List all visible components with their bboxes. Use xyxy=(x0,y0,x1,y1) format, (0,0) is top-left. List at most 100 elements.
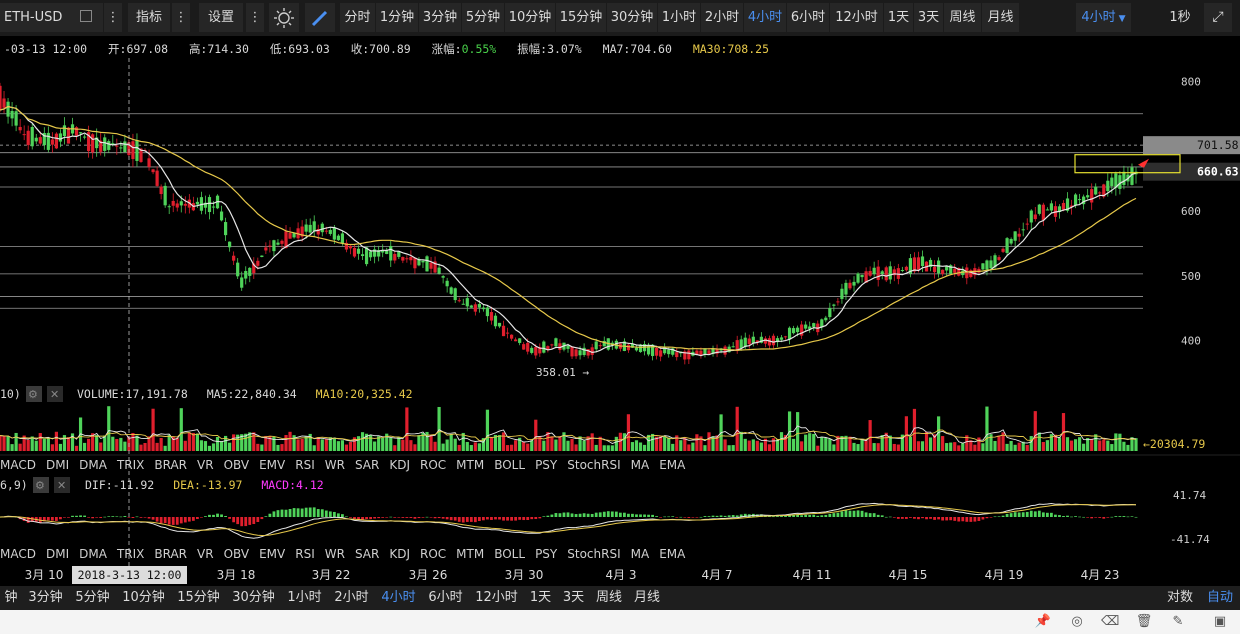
bottom-interval-button[interactable]: 2小时 xyxy=(328,588,375,608)
speed-button[interactable]: 1秒 xyxy=(1160,3,1200,32)
indicator-tab[interactable]: StochRSI xyxy=(562,545,625,563)
indicator-tab[interactable]: MTM xyxy=(451,456,489,474)
pin-icon[interactable]: 📌 xyxy=(1034,613,1052,631)
indicator-tab[interactable]: KDJ xyxy=(384,545,415,563)
indicator-tab[interactable]: RSI xyxy=(290,456,320,474)
indicator-tab[interactable]: VR xyxy=(192,456,219,474)
indicator-tab[interactable]: KDJ xyxy=(384,456,415,474)
indicator-tab[interactable]: WR xyxy=(320,456,350,474)
macd-histogram-bar xyxy=(909,517,912,518)
log-scale-button[interactable]: 对数 xyxy=(1162,588,1198,608)
indicator-tab[interactable]: SAR xyxy=(350,545,384,563)
external-link-icon[interactable] xyxy=(80,10,92,22)
indicator-tab[interactable]: DMA xyxy=(74,456,112,474)
indicator-tab[interactable]: EMV xyxy=(254,545,290,563)
indicator-tab[interactable]: PSY xyxy=(530,456,562,474)
interval-button[interactable]: 月线 xyxy=(982,3,1019,32)
edit-icon[interactable]: ✎ xyxy=(1169,613,1187,631)
interval-button[interactable]: 1分钟 xyxy=(376,3,418,32)
interval-button[interactable]: 3天 xyxy=(914,3,943,32)
indicator-tab[interactable]: TRIX xyxy=(112,545,149,563)
indicator-tab[interactable]: BRAR xyxy=(149,456,192,474)
bottom-interval-button[interactable]: 3分钟 xyxy=(22,588,69,608)
indicator-tab[interactable]: PSY xyxy=(530,545,562,563)
indicator-tab[interactable]: MA xyxy=(626,456,655,474)
target-icon[interactable]: ◎ xyxy=(1068,613,1086,631)
interval-button[interactable]: 1天 xyxy=(884,3,913,32)
indicator-tab[interactable]: DMA xyxy=(74,545,112,563)
indicator-tab[interactable]: VR xyxy=(192,545,219,563)
candle-body xyxy=(731,346,735,348)
more-icon[interactable]: ⋮ xyxy=(246,3,264,32)
macd-histogram-bar xyxy=(1134,516,1138,518)
indicator-tab[interactable]: DMI xyxy=(41,456,74,474)
indicator-button[interactable]: 指标 xyxy=(128,3,170,32)
indicator-tab[interactable]: TRIX xyxy=(112,456,149,474)
interval-button[interactable]: 4小时 xyxy=(744,3,786,32)
volume-bar xyxy=(751,439,755,451)
interval-button[interactable]: 15分钟 xyxy=(556,3,606,32)
interval-button[interactable]: 12小时 xyxy=(830,3,883,32)
interval-button[interactable]: 1小时 xyxy=(658,3,700,32)
indicator-tab[interactable]: WR xyxy=(320,545,350,563)
volume-bar xyxy=(590,433,594,451)
symbol-selector[interactable]: ETH-USD xyxy=(0,3,103,32)
interval-button[interactable]: 2小时 xyxy=(701,3,743,32)
draw-pencil-icon[interactable] xyxy=(305,3,335,32)
indicator-tab[interactable]: ROC xyxy=(415,456,451,474)
bottom-interval-button[interactable]: 5分钟 xyxy=(69,588,116,608)
bottom-interval-button[interactable]: 钟 xyxy=(0,588,22,608)
settings-button[interactable]: 设置 xyxy=(199,3,243,32)
interval-button[interactable]: 3分钟 xyxy=(419,3,461,32)
bottom-interval-button[interactable]: 月线 xyxy=(628,588,666,608)
bottom-interval-button[interactable]: 1小时 xyxy=(281,588,328,608)
indicator-tab[interactable]: MACD xyxy=(0,545,41,563)
auto-scale-button[interactable]: 自动 xyxy=(1203,588,1237,608)
bottom-interval-button[interactable]: 30分钟 xyxy=(226,588,281,608)
indicator-tab[interactable]: ROC xyxy=(415,545,451,563)
more-icon[interactable]: ⋮ xyxy=(172,3,190,32)
volume-bar xyxy=(868,420,872,451)
interval-button[interactable]: 10分钟 xyxy=(505,3,555,32)
interval-button[interactable]: 6小时 xyxy=(787,3,829,32)
indicator-tab[interactable]: MTM xyxy=(451,545,489,563)
bottom-interval-button[interactable]: 3天 xyxy=(557,588,590,608)
bottom-interval-button[interactable]: 4小时 xyxy=(375,588,422,608)
brightness-icon[interactable] xyxy=(269,3,299,32)
interval-dropdown[interactable]: 4小时 ▼ xyxy=(1076,3,1131,32)
camera-icon[interactable]: ▣ xyxy=(1211,613,1229,631)
bottom-interval-button[interactable]: 10分钟 xyxy=(116,588,171,608)
indicator-tab[interactable]: BOLL xyxy=(489,545,530,563)
indicator-tab[interactable]: StochRSI xyxy=(562,456,625,474)
candle-body xyxy=(912,257,917,272)
indicator-tab[interactable]: EMA xyxy=(654,545,690,563)
fullscreen-icon[interactable]: ⤢ xyxy=(1204,3,1232,32)
trash-icon[interactable]: 🗑 xyxy=(1135,613,1153,631)
indicator-tab[interactable]: MACD xyxy=(0,456,41,474)
bottom-interval-button[interactable]: 1天 xyxy=(524,588,557,608)
interval-button[interactable]: 30分钟 xyxy=(607,3,657,32)
bottom-interval-button[interactable]: 周线 xyxy=(590,588,628,608)
indicator-tab[interactable]: OBV xyxy=(219,545,255,563)
macd-histogram-bar xyxy=(856,510,860,517)
indicator-tab[interactable]: RSI xyxy=(290,545,320,563)
indicator-tab[interactable]: EMA xyxy=(654,456,690,474)
delete-icon[interactable]: ⌫ xyxy=(1101,613,1119,631)
bottom-interval-button[interactable]: 15分钟 xyxy=(171,588,226,608)
indicator-tab[interactable]: BRAR xyxy=(149,545,192,563)
indicator-tab[interactable]: OBV xyxy=(219,456,255,474)
indicator-tab[interactable]: SAR xyxy=(350,456,384,474)
indicator-tab[interactable]: MA xyxy=(626,545,655,563)
bottom-interval-button[interactable]: 12小时 xyxy=(469,588,524,608)
indicator-tab[interactable]: DMI xyxy=(41,545,74,563)
more-icon[interactable]: ⋮ xyxy=(104,3,122,32)
volume-bar xyxy=(1114,433,1118,451)
interval-button[interactable]: 周线 xyxy=(944,3,981,32)
interval-button[interactable]: 分时 xyxy=(340,3,375,32)
bottom-interval-button[interactable]: 6小时 xyxy=(422,588,469,608)
indicator-tab[interactable]: BOLL xyxy=(489,456,530,474)
indicator-tab[interactable]: EMV xyxy=(254,456,290,474)
volume-bar xyxy=(381,437,385,451)
trading-chart[interactable]: 800700600500400 701.58660.63358.01 → ←20… xyxy=(0,36,1240,586)
interval-button[interactable]: 5分钟 xyxy=(462,3,504,32)
